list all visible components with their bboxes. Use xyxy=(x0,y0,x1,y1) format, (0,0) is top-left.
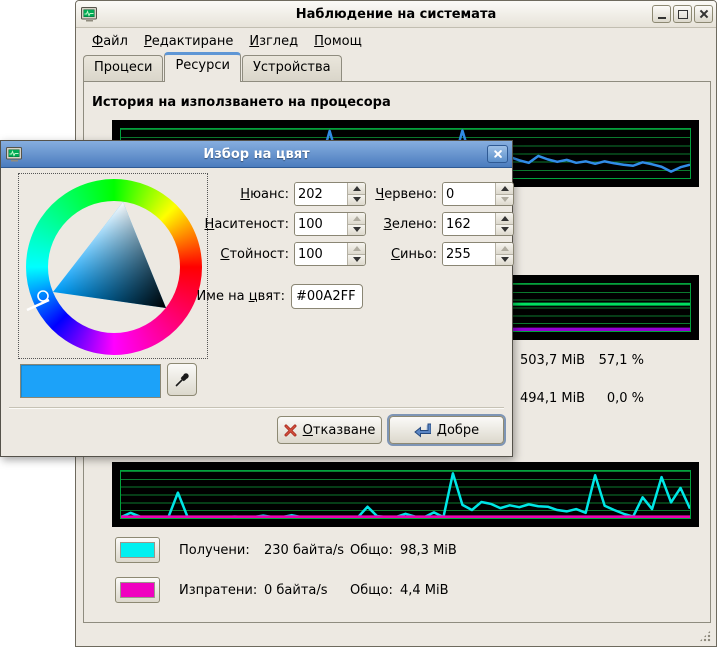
maximize-button[interactable] xyxy=(673,5,692,23)
green-increment[interactable] xyxy=(496,213,513,225)
network-plot xyxy=(120,470,691,519)
swap-used-percent: 0,0 % xyxy=(582,391,644,406)
menu-view[interactable]: Изглед xyxy=(241,32,306,51)
received-total: 98,3 MiB xyxy=(400,543,457,558)
close-icon xyxy=(699,9,709,19)
memory-used-value: 503,7 MiB xyxy=(520,353,585,368)
network-history-chart xyxy=(112,462,699,527)
close-button[interactable] xyxy=(694,5,713,23)
menubar: Файл Редактиране Изглед Помощ xyxy=(76,28,716,54)
tab-resources[interactable]: Ресурси xyxy=(164,52,241,82)
eyedropper-button[interactable] xyxy=(167,363,197,396)
color-name-label: Име на цвят: xyxy=(1,289,285,304)
red-increment[interactable] xyxy=(496,183,513,195)
memory-used-percent: 57,1 % xyxy=(582,353,644,368)
red-row: Червено: xyxy=(341,182,514,206)
received-total-label: Общо: xyxy=(350,543,400,558)
menu-file[interactable]: Файл xyxy=(84,32,136,51)
value-row: Стойност: xyxy=(191,242,366,266)
dialog-titlebar[interactable]: Избор на цвят xyxy=(1,141,512,168)
network-sent-row: Изпратени: 0 байта/s Общо: 4,4 MiB xyxy=(115,577,449,603)
red-decrement[interactable] xyxy=(496,195,513,206)
hue-row: Нюанс: xyxy=(191,182,366,206)
resize-grip[interactable] xyxy=(699,630,711,642)
blue-decrement[interactable] xyxy=(496,255,513,266)
main-titlebar[interactable]: Наблюдение на системата xyxy=(76,1,716,28)
red-input[interactable] xyxy=(443,183,495,205)
sent-label: Изпратени: xyxy=(179,583,264,598)
red-label: Червено: xyxy=(341,187,437,202)
received-color-button[interactable] xyxy=(115,537,160,563)
color-wheel-area[interactable] xyxy=(18,173,208,359)
green-label: Зелено: xyxy=(341,217,437,232)
sent-total-label: Общо: xyxy=(350,583,400,598)
green-row: Зелено: xyxy=(341,212,514,236)
statusbar xyxy=(76,622,716,646)
desktop: { "main_window": { "title": "Наблюдение … xyxy=(0,0,717,647)
received-color-swatch xyxy=(120,542,155,558)
cpu-section-title: История на използването на процесора xyxy=(92,95,391,110)
minimize-icon xyxy=(658,9,666,19)
cancel-button-label: Отказване xyxy=(303,423,376,438)
maximize-icon xyxy=(678,10,688,19)
blue-increment[interactable] xyxy=(496,243,513,255)
dialog-close-button[interactable] xyxy=(487,145,508,163)
eyedropper-icon xyxy=(175,372,190,387)
sent-color-button[interactable] xyxy=(115,577,160,603)
green-spinner[interactable] xyxy=(442,212,514,236)
blue-label: Синьо: xyxy=(341,247,437,262)
red-spinner[interactable] xyxy=(442,182,514,206)
sent-rate: 0 байта/s xyxy=(264,583,350,598)
tab-processes[interactable]: Процеси xyxy=(83,55,163,82)
minimize-button[interactable] xyxy=(652,5,671,23)
value-label: Стойност: xyxy=(191,247,289,262)
green-decrement[interactable] xyxy=(496,225,513,236)
blue-row: Синьо: xyxy=(341,242,514,266)
blue-spinner[interactable] xyxy=(442,242,514,266)
hue-input[interactable] xyxy=(295,183,347,205)
tab-bar: Процеси Ресурси Устройства xyxy=(83,53,343,82)
dialog-title: Избор на цвят xyxy=(1,147,512,162)
received-rate: 230 байта/s xyxy=(264,543,350,558)
sent-total: 4,4 MiB xyxy=(400,583,449,598)
window-controls xyxy=(652,5,713,23)
ok-button[interactable]: Добре xyxy=(389,416,504,444)
menu-edit[interactable]: Редактиране xyxy=(136,32,241,51)
cancel-x-icon xyxy=(284,424,297,437)
menu-help[interactable]: Помощ xyxy=(306,32,370,51)
value-input[interactable] xyxy=(295,243,347,265)
color-name-input[interactable] xyxy=(291,284,363,309)
dialog-close-icon xyxy=(493,149,503,159)
blue-input[interactable] xyxy=(443,243,495,265)
cancel-button[interactable]: Отказване xyxy=(277,416,382,444)
tab-devices[interactable]: Устройства xyxy=(242,55,342,82)
selected-color-preview xyxy=(20,364,161,398)
received-label: Получени: xyxy=(179,543,264,558)
hue-label: Нюанс: xyxy=(191,187,289,202)
green-input[interactable] xyxy=(443,213,495,235)
dialog-separator xyxy=(9,407,504,409)
network-received-row: Получени: 230 байта/s Общо: 98,3 MiB xyxy=(115,537,457,563)
window-title: Наблюдение на системата xyxy=(76,7,716,22)
swap-used-value: 494,1 MiB xyxy=(520,391,585,406)
ok-return-icon xyxy=(414,423,431,438)
saturation-input[interactable] xyxy=(295,213,347,235)
color-name-row: Име на цвят: xyxy=(1,284,363,309)
saturation-value-triangle[interactable] xyxy=(19,174,207,358)
ok-button-label: Добре xyxy=(437,423,479,438)
sent-color-swatch xyxy=(120,582,155,598)
saturation-label: Наситеност: xyxy=(191,217,289,232)
color-picker-dialog: Избор на цвят xyxy=(0,140,513,457)
saturation-row: Наситеност: xyxy=(191,212,366,236)
